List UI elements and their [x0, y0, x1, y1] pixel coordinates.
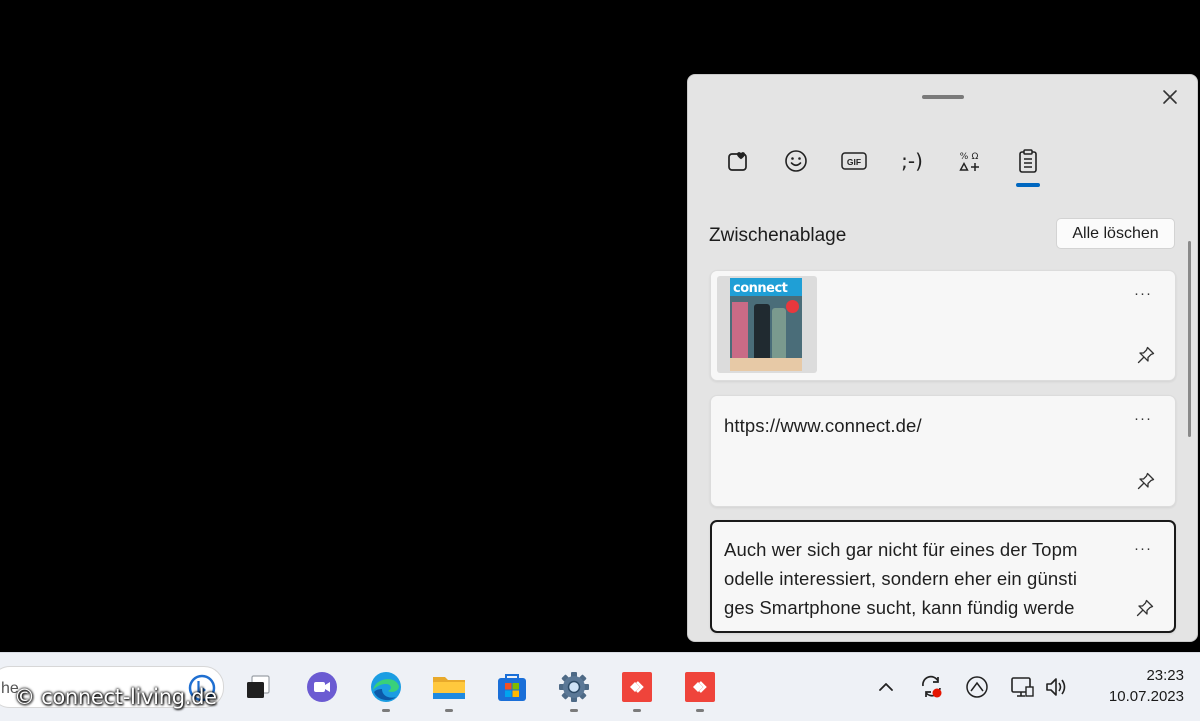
pin-button[interactable]	[1135, 344, 1157, 366]
anydesk-icon	[685, 672, 715, 702]
clock-date: 10.07.2023	[1108, 688, 1184, 705]
clear-all-button[interactable]: Alle löschen	[1056, 218, 1175, 249]
settings-button[interactable]	[554, 667, 594, 707]
symbols-icon: % Ω	[959, 152, 979, 171]
scrollbar[interactable]	[1188, 241, 1191, 437]
svg-text:%: %	[960, 152, 969, 162]
edge-icon	[371, 672, 401, 702]
file-explorer-button[interactable]	[429, 667, 469, 707]
clipboard-item-image[interactable]: connect ···	[710, 270, 1176, 381]
sync-icon	[922, 675, 942, 698]
close-button[interactable]	[1159, 86, 1181, 108]
clipboard-icon	[1019, 149, 1037, 173]
clock-time: 23:23	[1146, 667, 1184, 684]
anydesk-icon	[622, 672, 652, 702]
network-status-button[interactable]	[963, 673, 991, 701]
clipboard-item-text: Auch wer sich gar nicht für eines der To…	[724, 539, 1078, 618]
kaomoji-icon: ;-)	[901, 149, 923, 173]
pin-icon	[1137, 472, 1155, 490]
task-view-button[interactable]	[238, 667, 278, 707]
clipboard-panel: GIF ;-) % Ω Zwischenablage Alle löschen	[687, 74, 1198, 642]
svg-text:GIF: GIF	[847, 157, 861, 167]
gear-icon	[559, 672, 589, 702]
ethernet-button[interactable]	[1008, 673, 1036, 701]
magazine-cover: connect	[730, 278, 802, 371]
emoji-smiley-icon	[785, 150, 807, 172]
running-indicator	[382, 709, 390, 712]
gif-icon: GIF	[841, 152, 867, 170]
anydesk-button-1[interactable]	[617, 667, 657, 707]
teams-chat-icon	[307, 672, 337, 702]
ethernet-icon	[1011, 677, 1034, 697]
sync-status-button[interactable]	[918, 673, 946, 701]
section-title: Zwischenablage	[709, 225, 847, 246]
svg-text:Ω: Ω	[972, 152, 979, 162]
more-options-button[interactable]: ···	[1131, 408, 1155, 428]
running-indicator	[696, 709, 704, 712]
pin-button[interactable]	[1135, 470, 1157, 492]
more-options-button[interactable]: ···	[1131, 538, 1155, 558]
task-view-icon	[247, 675, 270, 698]
clipboard-item-text-selected[interactable]: Auch wer sich gar nicht für eines der To…	[710, 520, 1176, 633]
tab-symbols[interactable]: % Ω	[948, 141, 992, 181]
running-indicator	[445, 709, 453, 712]
microsoft-store-icon	[498, 674, 526, 701]
close-icon	[1163, 90, 1177, 104]
favorites-heart-icon	[728, 152, 747, 171]
pin-icon	[1137, 346, 1155, 364]
folder-icon	[433, 677, 465, 699]
active-tab-indicator	[1016, 183, 1040, 187]
clipboard-item-text: https://www.connect.de/	[724, 415, 922, 436]
tab-emoji[interactable]	[774, 141, 818, 181]
watermark: © connect-living.de	[14, 685, 217, 709]
tab-favorites[interactable]	[716, 141, 760, 181]
chevron-up-icon	[879, 683, 893, 691]
speaker-icon	[1046, 678, 1066, 696]
taskbar: he © connect-living.de 23:23 10.07.2023	[0, 652, 1200, 721]
running-indicator	[633, 709, 641, 712]
show-hidden-icons-button[interactable]	[872, 673, 900, 701]
pin-icon	[1136, 599, 1154, 617]
clock[interactable]: 23:23 10.07.2023	[1084, 665, 1184, 707]
clipboard-item-url[interactable]: https://www.connect.de/ ···	[710, 395, 1176, 507]
volume-button[interactable]	[1043, 673, 1071, 701]
teams-chat-button[interactable]	[302, 667, 342, 707]
tab-gif[interactable]: GIF	[832, 141, 876, 181]
pin-button[interactable]	[1134, 597, 1156, 619]
tab-kaomoji[interactable]: ;-)	[890, 141, 934, 181]
drag-handle[interactable]	[922, 95, 964, 99]
anydesk-button-2[interactable]	[680, 667, 720, 707]
edge-button[interactable]	[366, 667, 406, 707]
tab-clipboard[interactable]	[1006, 141, 1050, 187]
store-button[interactable]	[492, 667, 532, 707]
running-indicator	[570, 709, 578, 712]
network-arc-icon	[966, 676, 988, 698]
magazine-thumbnail: connect	[717, 276, 817, 373]
more-options-button[interactable]: ···	[1131, 283, 1155, 303]
